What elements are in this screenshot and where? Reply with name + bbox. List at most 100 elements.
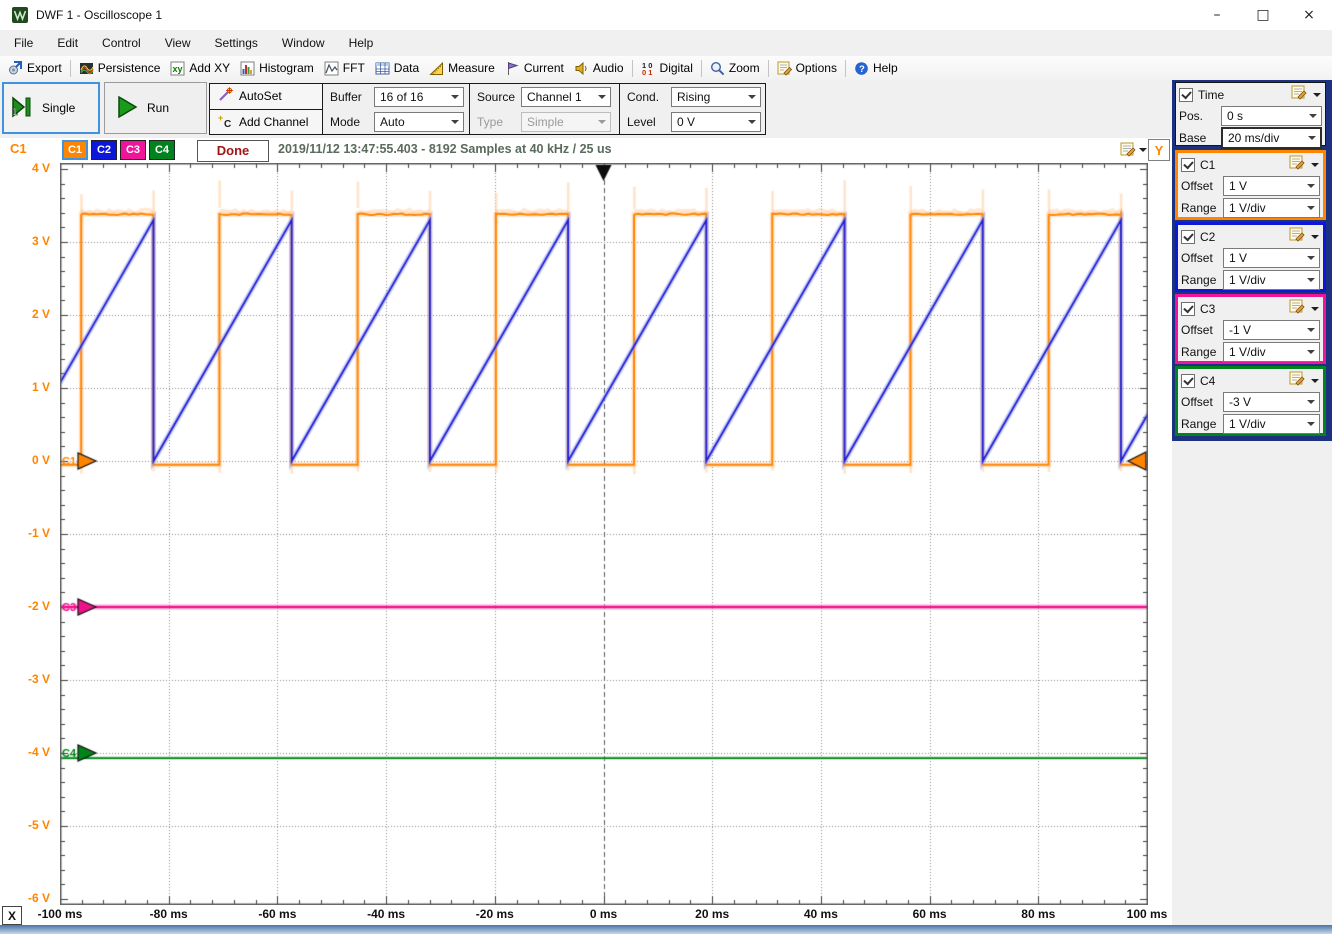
toolbar-add-xy-button[interactable]: xy Add XY xyxy=(165,60,235,77)
toolbar-label: Export xyxy=(27,61,62,75)
buffer-select[interactable]: 16 of 16 xyxy=(374,86,464,107)
x-tick-label: -80 ms xyxy=(149,907,188,921)
level-select[interactable]: 0 V xyxy=(671,111,761,132)
menu-item-settings[interactable]: Settings xyxy=(203,32,270,54)
toolbar-separator xyxy=(631,59,633,77)
waveforms-window: DWF 1 - Oscilloscope 1 – □ × File Edit Con… xyxy=(0,0,1332,934)
range-select[interactable]: 1 V/div xyxy=(1223,342,1320,362)
run-icon xyxy=(115,94,139,123)
source-select[interactable]: Channel 1 xyxy=(521,86,611,107)
field-source: Source Channel 1 xyxy=(470,84,619,109)
x-axis-button[interactable]: X xyxy=(2,906,22,925)
autoset-button[interactable]: AutoSet xyxy=(210,84,322,110)
enable-checkbox[interactable] xyxy=(1181,230,1195,244)
chevron-down-icon xyxy=(1308,136,1316,140)
panel-options-button[interactable] xyxy=(1291,85,1308,105)
field-type: Type Simple xyxy=(470,109,619,134)
toolbar-help-button[interactable]: ? Help xyxy=(849,60,903,77)
panel-options-button[interactable] xyxy=(1289,299,1306,319)
channel-panel-c4: C4 Offset -3 V Range 1 V/div xyxy=(1175,366,1326,436)
plot-options-button[interactable] xyxy=(1120,142,1148,157)
cond-select[interactable]: Rising xyxy=(671,86,761,107)
menu-item-view[interactable]: View xyxy=(153,32,203,54)
x-tick-label: -40 ms xyxy=(367,907,406,921)
y-tick-label: 4 V xyxy=(31,161,50,175)
status-row: C1 C1 C2 C3 C4 Done 2019/11/12 13:47:55.403… xyxy=(0,138,1172,163)
channel-tab-c4[interactable]: C4 xyxy=(149,140,175,160)
panel-options-button[interactable] xyxy=(1289,371,1306,391)
offset-select[interactable]: 1 V xyxy=(1223,176,1320,196)
panel-row-offset: Offset -3 V xyxy=(1178,391,1323,413)
window-title: DWF 1 - Oscilloscope 1 xyxy=(36,8,163,22)
channel-tab-c3[interactable]: C3 xyxy=(120,140,146,160)
range-select[interactable]: 1 V/div xyxy=(1223,198,1320,218)
toolbar-fft-button[interactable]: FFT xyxy=(319,60,370,77)
x-tick-label: 60 ms xyxy=(912,907,947,921)
panel-options-button[interactable] xyxy=(1289,227,1306,247)
add-channel-button[interactable]: + C Add Channel xyxy=(210,109,322,134)
enable-checkbox[interactable] xyxy=(1181,302,1195,316)
selected-value: 0 V xyxy=(677,114,696,129)
toolbar-export-button[interactable]: Export xyxy=(3,60,67,77)
data-icon xyxy=(375,61,390,76)
enable-checkbox[interactable] xyxy=(1179,88,1193,102)
selected-value: -3 V xyxy=(1229,395,1252,409)
note-icon xyxy=(1120,142,1136,157)
toolbar-label: Add XY xyxy=(189,61,231,75)
offset-select[interactable]: -3 V xyxy=(1223,392,1320,412)
toolbar-histogram-button[interactable]: Histogram xyxy=(235,60,319,77)
run-button[interactable]: Run xyxy=(104,82,207,134)
minimize-button[interactable]: – xyxy=(1194,0,1240,30)
chevron-down-icon xyxy=(1307,422,1315,426)
selected-value: -1 V xyxy=(1229,323,1252,337)
time-panel-time: Time Pos. 0 s Base 20 ms/div xyxy=(1175,82,1326,149)
selected-value: 20 ms/div xyxy=(1228,131,1280,145)
waveforms-logo-icon xyxy=(12,7,28,23)
single-label: Single xyxy=(42,101,76,115)
single-button[interactable]: 1 Single xyxy=(2,82,100,134)
toolbar-audio-button[interactable]: Audio xyxy=(569,60,629,77)
panel-title: C4 xyxy=(1200,374,1216,388)
toolbar-measure-button[interactable]: Measure xyxy=(424,60,500,77)
channel-tab-c2[interactable]: C2 xyxy=(91,140,117,160)
toolbar-digital-button[interactable]: 1 00 1 Digital xyxy=(636,60,698,77)
chevron-down-icon xyxy=(1311,235,1319,239)
y-tick-label: -2 V xyxy=(27,599,50,613)
mode-select[interactable]: Auto xyxy=(374,111,464,132)
menu-item-control[interactable]: Control xyxy=(90,32,153,54)
maximize-button[interactable]: □ xyxy=(1240,0,1286,30)
toolbar-label: Persistence xyxy=(97,61,161,75)
channel-tabs: C1 C2 C3 C4 xyxy=(62,140,175,160)
row-label: Offset xyxy=(1181,251,1213,265)
panel-options-button[interactable] xyxy=(1289,155,1306,175)
toolbar-options-button[interactable]: Options xyxy=(772,60,842,77)
menu-item-file[interactable]: File xyxy=(2,32,45,54)
toolbar-persistence-button[interactable]: Persistence xyxy=(74,60,166,77)
current-icon xyxy=(505,61,520,76)
svg-text:xy: xy xyxy=(173,64,183,74)
y-tick-label: -6 V xyxy=(27,891,50,905)
range-select[interactable]: 1 V/div xyxy=(1223,270,1320,290)
toolbar-label: Measure xyxy=(448,61,495,75)
offset-select[interactable]: -1 V xyxy=(1223,320,1320,340)
toolbar-current-button[interactable]: Current xyxy=(500,60,569,77)
toolbar-zoom-button[interactable]: Zoom xyxy=(705,60,765,77)
base-select[interactable]: 20 ms/div xyxy=(1221,127,1322,149)
toolbar-data-button[interactable]: Data xyxy=(370,60,424,77)
enable-checkbox[interactable] xyxy=(1181,158,1195,172)
enable-checkbox[interactable] xyxy=(1181,374,1195,388)
type-select[interactable]: Simple xyxy=(521,111,611,132)
menu-item-edit[interactable]: Edit xyxy=(45,32,90,54)
channel-tab-c1[interactable]: C1 xyxy=(62,140,88,160)
y-axis-button[interactable]: Y xyxy=(1148,139,1170,161)
menu-item-help[interactable]: Help xyxy=(337,32,386,54)
close-button[interactable]: × xyxy=(1286,0,1332,30)
run-label: Run xyxy=(147,101,170,115)
offset-select[interactable]: 1 V xyxy=(1223,248,1320,268)
range-select[interactable]: 1 V/div xyxy=(1223,414,1320,434)
chevron-down-icon xyxy=(1309,114,1317,118)
menu-item-window[interactable]: Window xyxy=(270,32,337,54)
pos-select[interactable]: 0 s xyxy=(1221,106,1322,126)
y-tick-label: -3 V xyxy=(27,672,50,686)
oscilloscope-plot[interactable] xyxy=(60,163,1148,905)
